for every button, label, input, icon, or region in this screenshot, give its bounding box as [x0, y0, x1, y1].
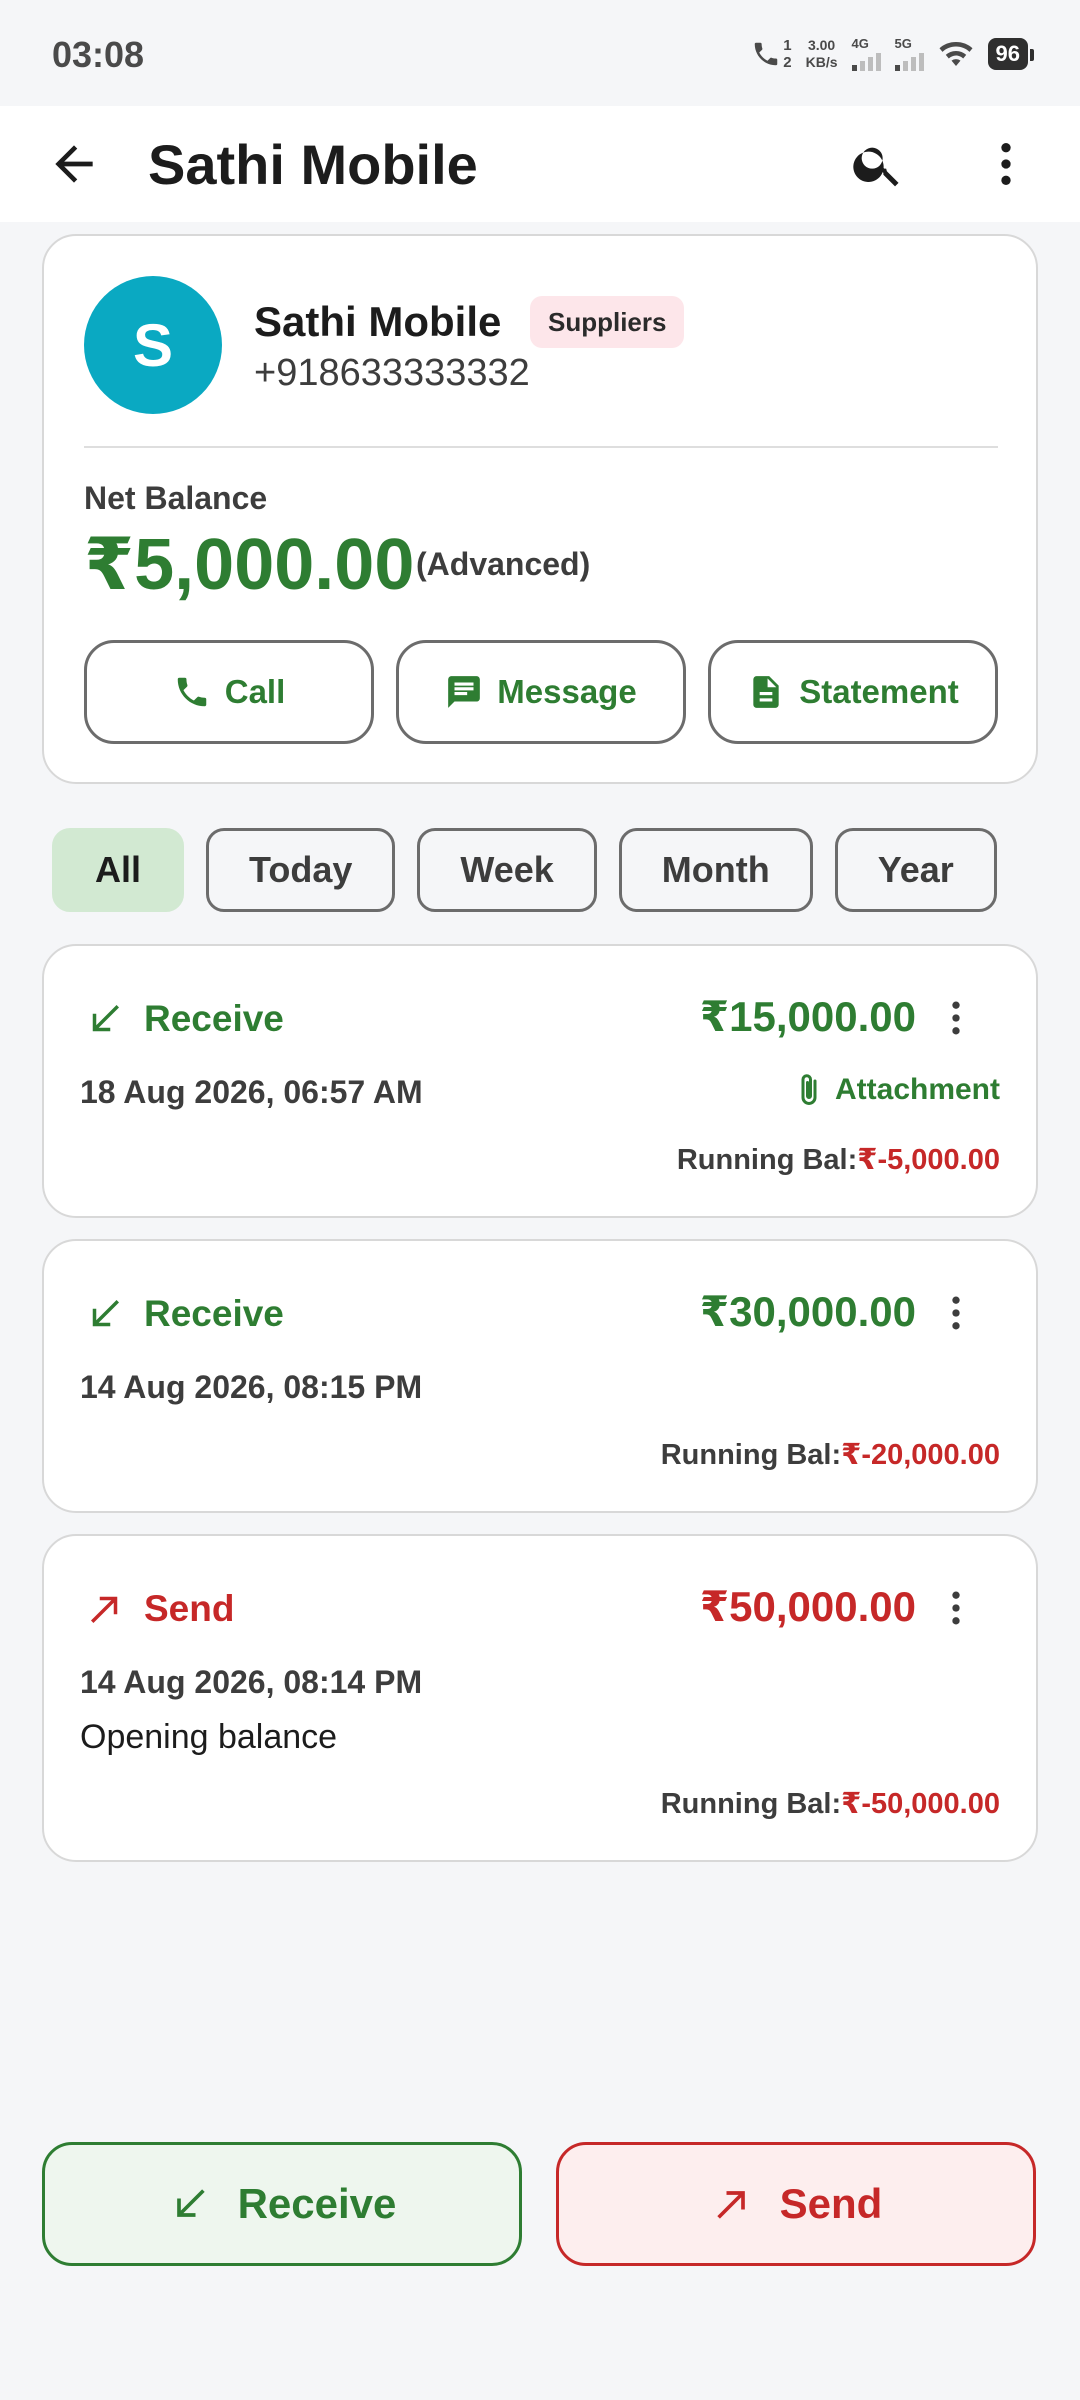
- running-balance-value: ₹-50,000.00: [841, 1788, 1000, 1820]
- running-balance: Running Bal:₹-50,000.00: [661, 1786, 1000, 1821]
- message-button[interactable]: Message: [396, 640, 686, 744]
- network-5g-label: 5G: [894, 36, 912, 51]
- arrow-up-right-icon: [91, 1596, 118, 1623]
- filter-chips: All Today Week Month Year: [52, 828, 997, 912]
- statement-label: Statement: [799, 673, 959, 710]
- transaction-card[interactable]: Receive ₹15,000.00 18 Aug 2026, 06:57 AM…: [42, 944, 1038, 1218]
- send-label: Send: [779, 2180, 883, 2227]
- transaction-date: 14 Aug 2026, 08:15 PM: [80, 1369, 423, 1405]
- search-icon[interactable]: [850, 136, 906, 192]
- transaction-date: 18 Aug 2026, 06:57 AM: [80, 1074, 423, 1110]
- document-icon: [753, 676, 779, 708]
- transaction-amount: ₹15,000.00: [699, 993, 916, 1040]
- transaction-type: Receive: [144, 998, 284, 1039]
- call-wifi-icon: 12: [751, 37, 792, 71]
- running-balance-label: Running Bal:: [660, 1439, 842, 1471]
- arrow-down-left-icon: [92, 1005, 119, 1032]
- call-button[interactable]: Call: [84, 640, 374, 744]
- attachment-label: Attachment: [834, 1073, 1000, 1106]
- running-balance-value: ₹-5,000.00: [857, 1144, 1000, 1176]
- app-bar: Sathi Mobile: [0, 106, 1080, 222]
- attachment-link[interactable]: Attachment: [791, 1070, 1000, 1110]
- net-balance-label: Net Balance: [84, 480, 268, 516]
- net-balance-amount: ₹5,000.00: [84, 525, 415, 605]
- message-label: Message: [497, 673, 637, 710]
- more-vert-icon[interactable]: [978, 136, 1034, 192]
- running-balance: Running Bal:₹-5,000.00: [677, 1142, 1000, 1177]
- battery-icon: 96: [987, 38, 1035, 70]
- transaction-type: Receive: [144, 1293, 284, 1334]
- network-speed: 3.00 KB/s: [806, 37, 838, 71]
- signal-5g-icon: 5G: [894, 36, 924, 71]
- category-badge: Suppliers: [530, 296, 685, 348]
- running-balance-label: Running Bal:: [660, 1788, 842, 1820]
- speed-value: 3.00: [807, 37, 836, 53]
- more-vert-icon[interactable]: [934, 1586, 978, 1630]
- transaction-note: Opening balance: [80, 1718, 338, 1756]
- filter-chip-all[interactable]: All: [52, 828, 185, 912]
- filter-chip-year[interactable]: Year: [834, 828, 997, 912]
- receive-label: Receive: [237, 2180, 397, 2227]
- contact-name: Sathi Mobile: [254, 298, 502, 345]
- paperclip-icon: [801, 1074, 817, 1105]
- arrow-down-left-icon: [176, 2189, 205, 2217]
- transaction-card[interactable]: Send ₹50,000.00 14 Aug 2026, 08:14 PM Op…: [42, 1534, 1038, 1862]
- transaction-amount: ₹50,000.00: [699, 1583, 916, 1630]
- message-icon: [448, 676, 481, 708]
- filter-chip-month[interactable]: Month: [618, 828, 813, 912]
- receive-button[interactable]: Receive: [42, 2142, 522, 2266]
- arrow-up-right-icon: [716, 2191, 745, 2219]
- status-time: 03:08: [52, 34, 145, 75]
- network-4g-label: 4G: [851, 36, 869, 51]
- send-button[interactable]: Send: [556, 2142, 1036, 2266]
- status-bar: 03:08 12 3.00 KB/s 4G 5G 96: [0, 0, 1080, 106]
- net-balance-note: (Advanced): [416, 546, 591, 582]
- transaction-date: 14 Aug 2026, 08:14 PM: [80, 1664, 423, 1700]
- transaction-amount: ₹30,000.00: [699, 1288, 916, 1335]
- status-icons: 12 3.00 KB/s 4G 5G 96: [751, 30, 1035, 78]
- transaction-type: Send: [144, 1588, 235, 1629]
- page-title: Sathi Mobile: [148, 133, 478, 196]
- transaction-card[interactable]: Receive ₹30,000.00 14 Aug 2026, 08:15 PM…: [42, 1239, 1038, 1513]
- arrow-back-icon[interactable]: [46, 136, 102, 192]
- sim-slot-2: 2: [783, 54, 792, 71]
- more-vert-icon[interactable]: [934, 996, 978, 1040]
- running-balance: Running Bal:₹-20,000.00: [661, 1437, 1000, 1472]
- signal-4g-icon: 4G: [851, 36, 881, 71]
- contact-actions: Call Message Statement: [84, 640, 998, 744]
- contact-card: S Sathi Mobile Suppliers +918633333332 N…: [42, 234, 1038, 784]
- running-balance-label: Running Bal:: [676, 1144, 858, 1176]
- filter-chip-week[interactable]: Week: [417, 828, 597, 912]
- phone-icon: [177, 677, 206, 707]
- call-label: Call: [224, 673, 286, 710]
- running-balance-value: ₹-20,000.00: [841, 1439, 1000, 1471]
- filter-chip-today[interactable]: Today: [206, 828, 396, 912]
- wifi-icon: [939, 42, 973, 66]
- more-vert-icon[interactable]: [934, 1291, 978, 1335]
- avatar: S: [84, 276, 222, 414]
- arrow-down-left-icon: [92, 1300, 119, 1327]
- contact-phone: +918633333332: [254, 352, 530, 394]
- speed-unit: KB/s: [805, 54, 838, 70]
- statement-button[interactable]: Statement: [708, 640, 998, 744]
- sim-slot-1: 1: [783, 37, 792, 54]
- divider: [84, 446, 998, 448]
